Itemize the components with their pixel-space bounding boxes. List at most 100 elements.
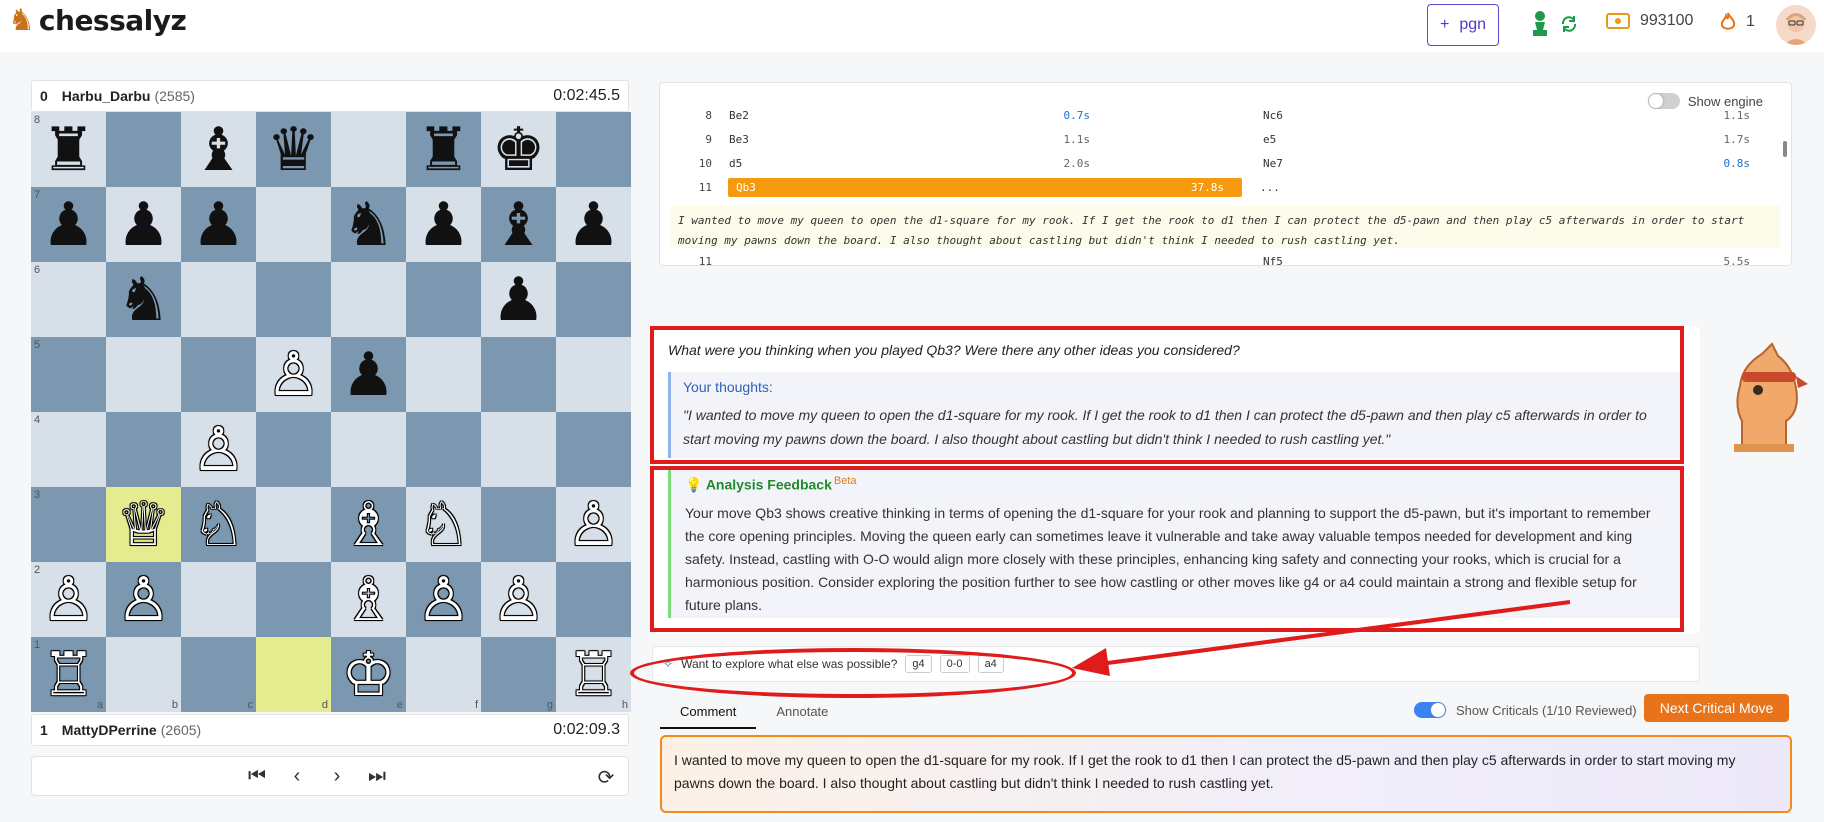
square-e5[interactable]: ♟: [331, 337, 406, 412]
square-h8[interactable]: [556, 112, 631, 187]
chess-piece-icon[interactable]: ♝: [192, 120, 246, 180]
square-f8[interactable]: ♜: [406, 112, 481, 187]
chess-piece-icon[interactable]: ♖: [567, 645, 621, 705]
square-e6[interactable]: [331, 262, 406, 337]
square-h4[interactable]: [556, 412, 631, 487]
square-g2[interactable]: ♙: [481, 562, 556, 637]
chess-piece-icon[interactable]: ♕: [117, 495, 171, 555]
square-c5[interactable]: [181, 337, 256, 412]
chess-piece-icon[interactable]: ♔: [342, 645, 396, 705]
tab-annotate[interactable]: Annotate: [756, 698, 848, 729]
square-f6[interactable]: [406, 262, 481, 337]
chess-piece-icon[interactable]: ♟: [192, 195, 246, 255]
square-g6[interactable]: ♟: [481, 262, 556, 337]
square-b1[interactable]: b: [106, 637, 181, 712]
chess-board[interactable]: ♜ 8 ♝ ♛ ♜ ♚ ♟ 7 ♟ ♟ ♞ ♟ ♝ ♟ 6 ♞ ♟ 5 ♙ ♟ 4 ♙ 3 ♕ ♘ ♗ ♘ ♙ ♙ 2 ♙ ♗ ♙ ♙ ♖ 1 a b c d…: [31, 112, 631, 712]
square-b8[interactable]: [106, 112, 181, 187]
chess-piece-icon[interactable]: ♙: [267, 345, 321, 405]
move-row[interactable]: 8 Be2 0.7s Nc6 1.1s: [660, 103, 1770, 127]
black-move[interactable]: Nf5: [1263, 255, 1283, 265]
square-c6[interactable]: [181, 262, 256, 337]
square-h5[interactable]: [556, 337, 631, 412]
chess-piece-icon[interactable]: ♙: [492, 570, 546, 630]
chess-piece-icon[interactable]: ♙: [192, 420, 246, 480]
comment-input[interactable]: I wanted to move my queen to open the d1…: [660, 735, 1792, 813]
square-e3[interactable]: ♗: [331, 487, 406, 562]
chess-piece-icon[interactable]: ♜: [417, 120, 471, 180]
square-h2[interactable]: [556, 562, 631, 637]
square-a7[interactable]: ♟ 7: [31, 187, 106, 262]
chess-piece-icon[interactable]: ♞: [342, 195, 396, 255]
square-f1[interactable]: f: [406, 637, 481, 712]
white-move[interactable]: d5: [729, 157, 742, 170]
square-b4[interactable]: [106, 412, 181, 487]
chess-piece-icon[interactable]: ♖: [42, 645, 96, 705]
square-f3[interactable]: ♘: [406, 487, 481, 562]
switch-color-button[interactable]: [1530, 10, 1578, 38]
square-g3[interactable]: [481, 487, 556, 562]
chess-piece-icon[interactable]: ♗: [342, 570, 396, 630]
square-a4[interactable]: 4: [31, 412, 106, 487]
square-b2[interactable]: ♙: [106, 562, 181, 637]
square-e2[interactable]: ♗: [331, 562, 406, 637]
square-h1[interactable]: ♖ h: [556, 637, 631, 712]
chess-piece-icon[interactable]: ♛: [267, 120, 321, 180]
square-c2[interactable]: [181, 562, 256, 637]
square-a6[interactable]: 6: [31, 262, 106, 337]
black-move[interactable]: e5: [1263, 133, 1276, 146]
square-g5[interactable]: [481, 337, 556, 412]
square-e8[interactable]: [331, 112, 406, 187]
chess-piece-icon[interactable]: ♘: [192, 495, 246, 555]
square-h7[interactable]: ♟: [556, 187, 631, 262]
chess-piece-icon[interactable]: ♟: [417, 195, 471, 255]
chess-piece-icon[interactable]: ♟: [492, 270, 546, 330]
chess-piece-icon[interactable]: ♙: [42, 570, 96, 630]
square-g4[interactable]: [481, 412, 556, 487]
chess-piece-icon[interactable]: ♙: [567, 495, 621, 555]
square-f2[interactable]: ♙: [406, 562, 481, 637]
square-d7[interactable]: [256, 187, 331, 262]
square-c1[interactable]: c: [181, 637, 256, 712]
streak-counter[interactable]: 1: [1720, 12, 1755, 32]
square-g7[interactable]: ♝: [481, 187, 556, 262]
toggle-switch[interactable]: [1414, 702, 1446, 718]
square-f4[interactable]: [406, 412, 481, 487]
square-a3[interactable]: 3: [31, 487, 106, 562]
chess-piece-icon[interactable]: ♗: [342, 495, 396, 555]
square-b7[interactable]: ♟: [106, 187, 181, 262]
chess-piece-icon[interactable]: ♟: [42, 195, 96, 255]
chess-piece-icon[interactable]: ♚: [492, 120, 546, 180]
square-a1[interactable]: ♖ 1 a: [31, 637, 106, 712]
black-move[interactable]: Nc6: [1263, 109, 1283, 122]
square-c4[interactable]: ♙: [181, 412, 256, 487]
move-row[interactable]: 9 Be3 1.1s e5 1.7s: [660, 127, 1770, 151]
black-move[interactable]: Ne7: [1263, 157, 1283, 170]
move-row-current[interactable]: 11 Qb3 37.8s ...: [660, 175, 1770, 199]
square-d4[interactable]: [256, 412, 331, 487]
square-e4[interactable]: [331, 412, 406, 487]
square-d3[interactable]: [256, 487, 331, 562]
chess-piece-icon[interactable]: ♙: [117, 570, 171, 630]
square-a2[interactable]: ♙ 2: [31, 562, 106, 637]
square-b5[interactable]: [106, 337, 181, 412]
square-e1[interactable]: ♔ e: [331, 637, 406, 712]
square-d2[interactable]: [256, 562, 331, 637]
flip-board-icon[interactable]: ⟳: [594, 765, 618, 790]
previous-move-icon[interactable]: ‹: [285, 765, 309, 788]
square-c8[interactable]: ♝: [181, 112, 256, 187]
last-move-icon[interactable]: ⏭: [365, 765, 389, 788]
square-d6[interactable]: [256, 262, 331, 337]
square-h6[interactable]: [556, 262, 631, 337]
move-row[interactable]: 11 Nf5 5.5s: [660, 249, 1770, 265]
add-pgn-button[interactable]: + pgn: [1427, 4, 1499, 46]
chess-piece-icon[interactable]: ♜: [42, 120, 96, 180]
chess-piece-icon[interactable]: ♘: [417, 495, 471, 555]
chess-piece-icon[interactable]: ♞: [117, 270, 171, 330]
square-d5[interactable]: ♙: [256, 337, 331, 412]
move-list-scrollbar[interactable]: [1781, 117, 1789, 265]
show-criticals-toggle[interactable]: Show Criticals (1/10 Reviewed): [1414, 702, 1637, 718]
square-g8[interactable]: ♚: [481, 112, 556, 187]
first-move-icon[interactable]: ⏮: [245, 765, 269, 788]
white-move[interactable]: Be2: [729, 109, 749, 122]
square-c7[interactable]: ♟: [181, 187, 256, 262]
